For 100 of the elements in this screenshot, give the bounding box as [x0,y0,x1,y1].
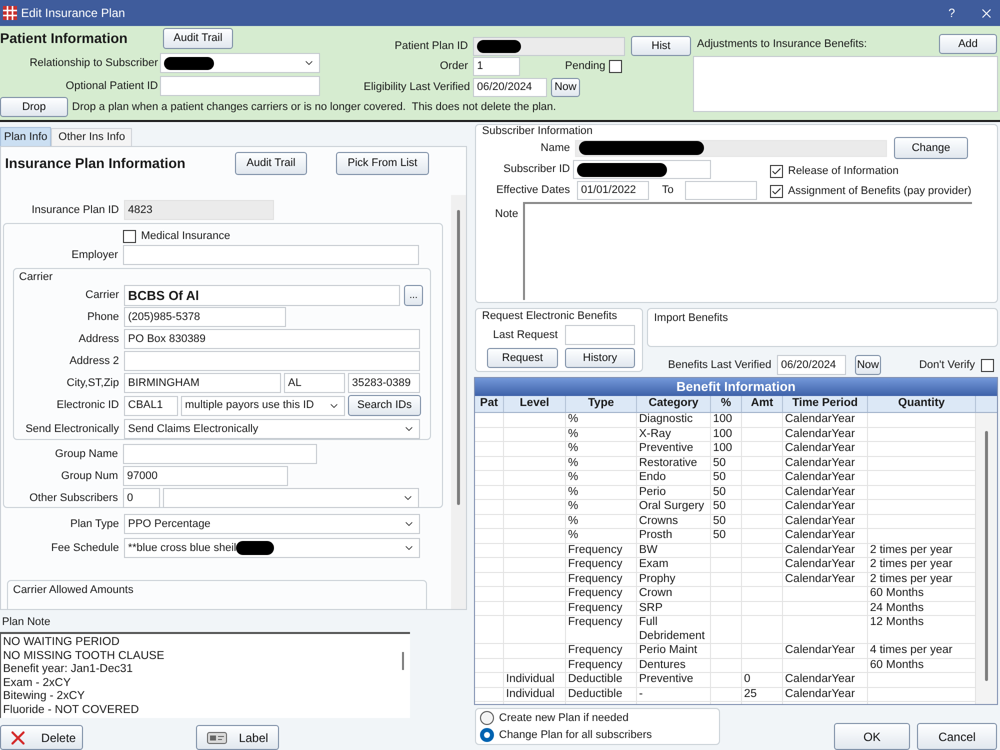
table-cell: Preventive [639,673,694,685]
checkbox[interactable] [981,358,994,372]
field-label: Name [540,140,570,156]
table-cell: Frequency [568,572,622,584]
change-button[interactable]: Change [894,137,968,159]
audit-trail-button[interactable]: Audit Trail [163,28,233,49]
now-button[interactable]: Now [855,355,881,375]
field-label: Fee Schedule [51,540,119,556]
table-cell: 25 [744,688,757,700]
text-field[interactable]: (205)985-5378 [124,307,286,327]
delete-button[interactable]: Delete [0,725,83,750]
text-field[interactable]: 1 [473,57,520,76]
text-field[interactable]: 0 [123,488,160,508]
text-field[interactable]: BCBS Of Al [124,285,400,306]
dropdown[interactable]: multiple payors use this ID [181,396,345,416]
table-cell: 12 Months [870,616,924,628]
column-header: Level [520,396,550,412]
scrollbar-track[interactable] [451,195,466,609]
audit-trail-button[interactable]: Audit Trail [235,152,307,175]
checkbox[interactable] [123,230,136,242]
text-field[interactable] [123,444,317,464]
scrollbar-thumb[interactable] [457,210,460,505]
table-cell: 50 [713,486,726,498]
text-field[interactable] [684,181,757,200]
group-title: Request Electronic Benefits [482,308,618,324]
field-label: Pending [565,59,606,74]
field-label: Group Name [55,446,118,462]
text-field[interactable] [473,36,625,56]
plan-note-textarea[interactable]: NO WAITING PERIOD NO MISSING TOOTH CLAUSE Benefit year: Jan1-Dec31 Exam - 2xCY Bitewing - 2xCY Fluoride - NOT COVERED [0,632,410,718]
dropdown[interactable] [160,53,320,73]
text-field[interactable]: AL [284,373,345,393]
table-cell: Endo [639,471,666,483]
text-field[interactable] [123,245,419,265]
table-cell: 100 [713,442,732,454]
search-ids-button[interactable]: Search IDs [348,395,421,416]
table-cell: % [568,471,578,483]
hist-button[interactable]: Hist [631,36,691,56]
table-cell: Individual [506,688,555,700]
table-cell: X-Ray [639,428,671,440]
dropdown[interactable]: **blue cross blue sheil [124,538,420,558]
text-field[interactable]: 01/01/2022 [577,181,649,200]
label-button[interactable]: Label [196,725,279,750]
table-cell: Frequency [568,658,622,670]
text-field[interactable] [160,76,320,96]
checkbox[interactable] [770,164,783,178]
now-button[interactable]: Now [551,78,580,97]
pick-from-list-button[interactable]: Pick From List [336,152,429,175]
field-label: Change Plan for all subscribers [499,728,652,743]
table-title: Benefit Information [676,378,796,396]
checkbox[interactable] [609,60,622,73]
text-field[interactable]: 06/20/2024 [777,355,846,375]
scrollbar-track[interactable] [976,413,997,704]
table-cell: 50 [713,514,726,526]
table-cell: CalendarYear [785,644,855,656]
text-field[interactable]: 06/20/2024 [473,78,547,97]
table-cell: 0 [744,673,750,685]
tab[interactable]: Plan Info [0,127,52,146]
field-label: Don't Verify [919,358,975,373]
tab[interactable]: Other Ins Info [51,128,132,146]
text-field[interactable] [124,351,420,371]
note-textarea[interactable] [523,202,972,300]
table-cell: 60 Months [870,658,924,670]
cancel-button[interactable]: Cancel [917,723,997,750]
field-label: Note [495,207,520,222]
checkbox[interactable] [770,184,783,198]
text-field[interactable]: BIRMINGHAM [124,373,281,393]
text-field[interactable]: 4823 [124,200,274,220]
text-field[interactable]: 35283-0389 [348,373,420,393]
scrollbar-thumb[interactable] [985,431,988,681]
dropdown[interactable]: PPO Percentage [124,514,420,534]
table-cell: 24 Months [870,602,924,614]
group-title: Import Benefits [654,311,728,326]
table-cell: % [568,456,578,468]
table-cell: CalendarYear [785,500,855,512]
table-cell: SRP [639,602,663,614]
history-button[interactable]: History [565,348,635,368]
radio-button[interactable] [480,711,494,725]
text-field[interactable]: CBAL1 [124,396,178,416]
scrollbar-thumb[interactable] [402,652,404,670]
dropdown[interactable]: Send Claims Electronically [124,419,420,439]
text-field[interactable] [575,140,887,156]
table-cell: Prophy [639,572,676,584]
add-button[interactable]: Add [939,34,997,54]
field-label: Carrier [85,288,119,304]
text-field[interactable]: 97000 [123,466,288,486]
drop-button[interactable]: Drop [0,97,68,117]
browse-button[interactable]: ... [404,285,423,306]
table-cell: Full Debridement [639,616,705,642]
request-button[interactable]: Request [487,348,558,368]
table-cell: 50 [713,500,726,512]
text-field[interactable]: PO Box 830389 [124,329,420,349]
text-field[interactable] [565,325,635,345]
ok-button[interactable]: OK [834,723,910,750]
table-cell: CalendarYear [785,572,855,584]
help-button[interactable]: ? [948,7,955,19]
table-cell: Crown [639,587,672,599]
table-cell: % [568,500,578,512]
radio-button[interactable] [480,728,494,742]
text-field[interactable] [573,160,711,179]
table-cell: Individual [506,673,555,685]
